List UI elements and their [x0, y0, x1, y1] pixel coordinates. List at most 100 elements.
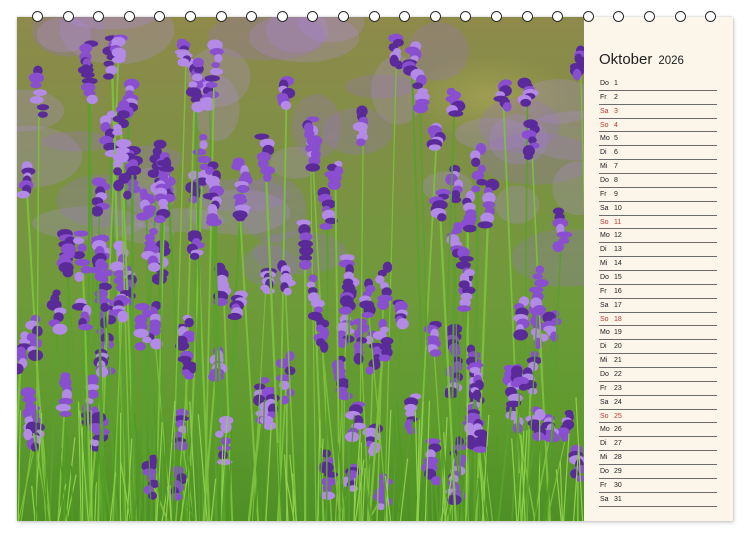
day-row: So 11 — [599, 216, 717, 230]
weekday-label: Fr — [600, 481, 607, 489]
day-row: Sa 24 — [599, 396, 717, 410]
weekday-label: Do — [600, 177, 609, 185]
day-number: 31 — [614, 495, 622, 503]
month-name: Oktober — [599, 51, 653, 68]
day-row: Di 27 — [599, 437, 717, 452]
weekday-label: Fr — [600, 190, 607, 198]
day-number: 2 — [614, 93, 618, 101]
day-number: 13 — [614, 246, 622, 254]
day-number: 16 — [614, 287, 622, 295]
day-row: Do 29 — [599, 465, 717, 479]
day-row: Mo 12 — [599, 229, 717, 244]
day-number: 26 — [614, 426, 622, 434]
day-number: 14 — [614, 260, 622, 268]
weekday-label: Mi — [600, 454, 608, 462]
day-number: 15 — [614, 274, 622, 282]
weekday-label: So — [600, 121, 609, 129]
day-row: Mo 19 — [599, 326, 717, 341]
year-label: 2026 — [658, 55, 684, 67]
weekday-label: Mo — [600, 135, 610, 143]
weekday-label: Di — [600, 440, 607, 448]
day-number: 17 — [614, 301, 622, 309]
day-number: 10 — [614, 204, 622, 212]
day-row: Fr 9 — [599, 188, 717, 202]
day-number: 18 — [614, 315, 622, 323]
month-title: Oktober 2026 — [599, 51, 684, 68]
day-number: 29 — [614, 468, 622, 476]
day-row: Do 1 — [599, 77, 717, 91]
calendar-page: Oktober 2026 Do 1 Fr 2 Sa 3 So 4 Mo 5 Di 6 Mi 7 Do 8 Fr 9 S… — [17, 17, 733, 521]
day-list: Do 1 Fr 2 Sa 3 So 4 Mo 5 Di 6 Mi 7 Do 8 Fr 9 Sa 10 So 11 Mo 12 D… — [599, 77, 717, 507]
day-row: Fr 30 — [599, 479, 717, 493]
day-row: Mo 5 — [599, 132, 717, 147]
day-number: 8 — [614, 177, 618, 185]
day-number: 22 — [614, 371, 622, 379]
weekday-label: Sa — [600, 495, 609, 503]
day-row: Di 6 — [599, 146, 717, 161]
day-number: 12 — [614, 232, 622, 240]
lavender-photo — [17, 17, 584, 521]
day-number: 6 — [614, 149, 618, 157]
day-number: 19 — [614, 329, 622, 337]
day-row: Do 8 — [599, 174, 717, 188]
day-row: So 25 — [599, 410, 717, 424]
day-number: 5 — [614, 135, 618, 143]
weekday-label: Fr — [600, 93, 607, 101]
weekday-label: So — [600, 315, 609, 323]
day-row: Di 20 — [599, 340, 717, 355]
day-number: 24 — [614, 398, 622, 406]
weekday-label: Fr — [600, 384, 607, 392]
day-row: So 4 — [599, 119, 717, 133]
weekday-label: Mi — [600, 260, 608, 268]
day-row: Fr 16 — [599, 285, 717, 299]
weekday-label: Do — [600, 80, 609, 87]
weekday-label: Di — [600, 149, 607, 157]
day-number: 25 — [614, 412, 622, 420]
day-row: Mo 26 — [599, 423, 717, 438]
weekday-label: Mi — [600, 163, 608, 171]
weekday-label: Do — [600, 371, 609, 379]
weekday-label: Sa — [600, 398, 609, 406]
day-row: Mi 21 — [599, 354, 717, 369]
day-row: Sa 31 — [599, 493, 717, 507]
day-row: Di 13 — [599, 243, 717, 258]
calendar-panel: Oktober 2026 Do 1 Fr 2 Sa 3 So 4 Mo 5 Di 6 Mi 7 Do 8 Fr 9 S… — [584, 17, 733, 521]
day-row: Sa 10 — [599, 202, 717, 216]
day-number: 27 — [614, 440, 622, 448]
day-row: Fr 2 — [599, 91, 717, 105]
weekday-label: Di — [600, 246, 607, 254]
weekday-label: Mo — [600, 329, 610, 337]
day-row: So 18 — [599, 313, 717, 327]
weekday-label: Mo — [600, 232, 610, 240]
day-number: 21 — [614, 357, 622, 365]
weekday-label: So — [600, 412, 609, 420]
weekday-label: Fr — [600, 287, 607, 295]
day-number: 3 — [614, 107, 618, 115]
day-number: 28 — [614, 454, 622, 462]
weekday-label: Mo — [600, 426, 610, 434]
lavender-illustration — [17, 17, 584, 521]
weekday-label: Do — [600, 468, 609, 476]
day-number: 4 — [614, 121, 618, 129]
weekday-label: Do — [600, 274, 609, 282]
day-row: Sa 3 — [599, 105, 717, 119]
weekday-label: Sa — [600, 204, 609, 212]
day-number: 20 — [614, 343, 622, 351]
day-number: 7 — [614, 163, 618, 171]
day-number: 11 — [614, 218, 622, 226]
day-row: Mi 28 — [599, 451, 717, 466]
day-row: Mi 7 — [599, 160, 717, 175]
weekday-label: Sa — [600, 107, 609, 115]
day-row: Mi 14 — [599, 257, 717, 272]
weekday-label: Sa — [600, 301, 609, 309]
weekday-label: So — [600, 218, 609, 226]
day-number: 23 — [614, 384, 622, 392]
day-number: 1 — [614, 80, 618, 87]
day-row: Do 22 — [599, 368, 717, 382]
day-number: 30 — [614, 481, 622, 489]
day-row: Do 15 — [599, 271, 717, 285]
day-number: 9 — [614, 190, 618, 198]
day-row: Sa 17 — [599, 299, 717, 313]
weekday-label: Mi — [600, 357, 608, 365]
weekday-label: Di — [600, 343, 607, 351]
